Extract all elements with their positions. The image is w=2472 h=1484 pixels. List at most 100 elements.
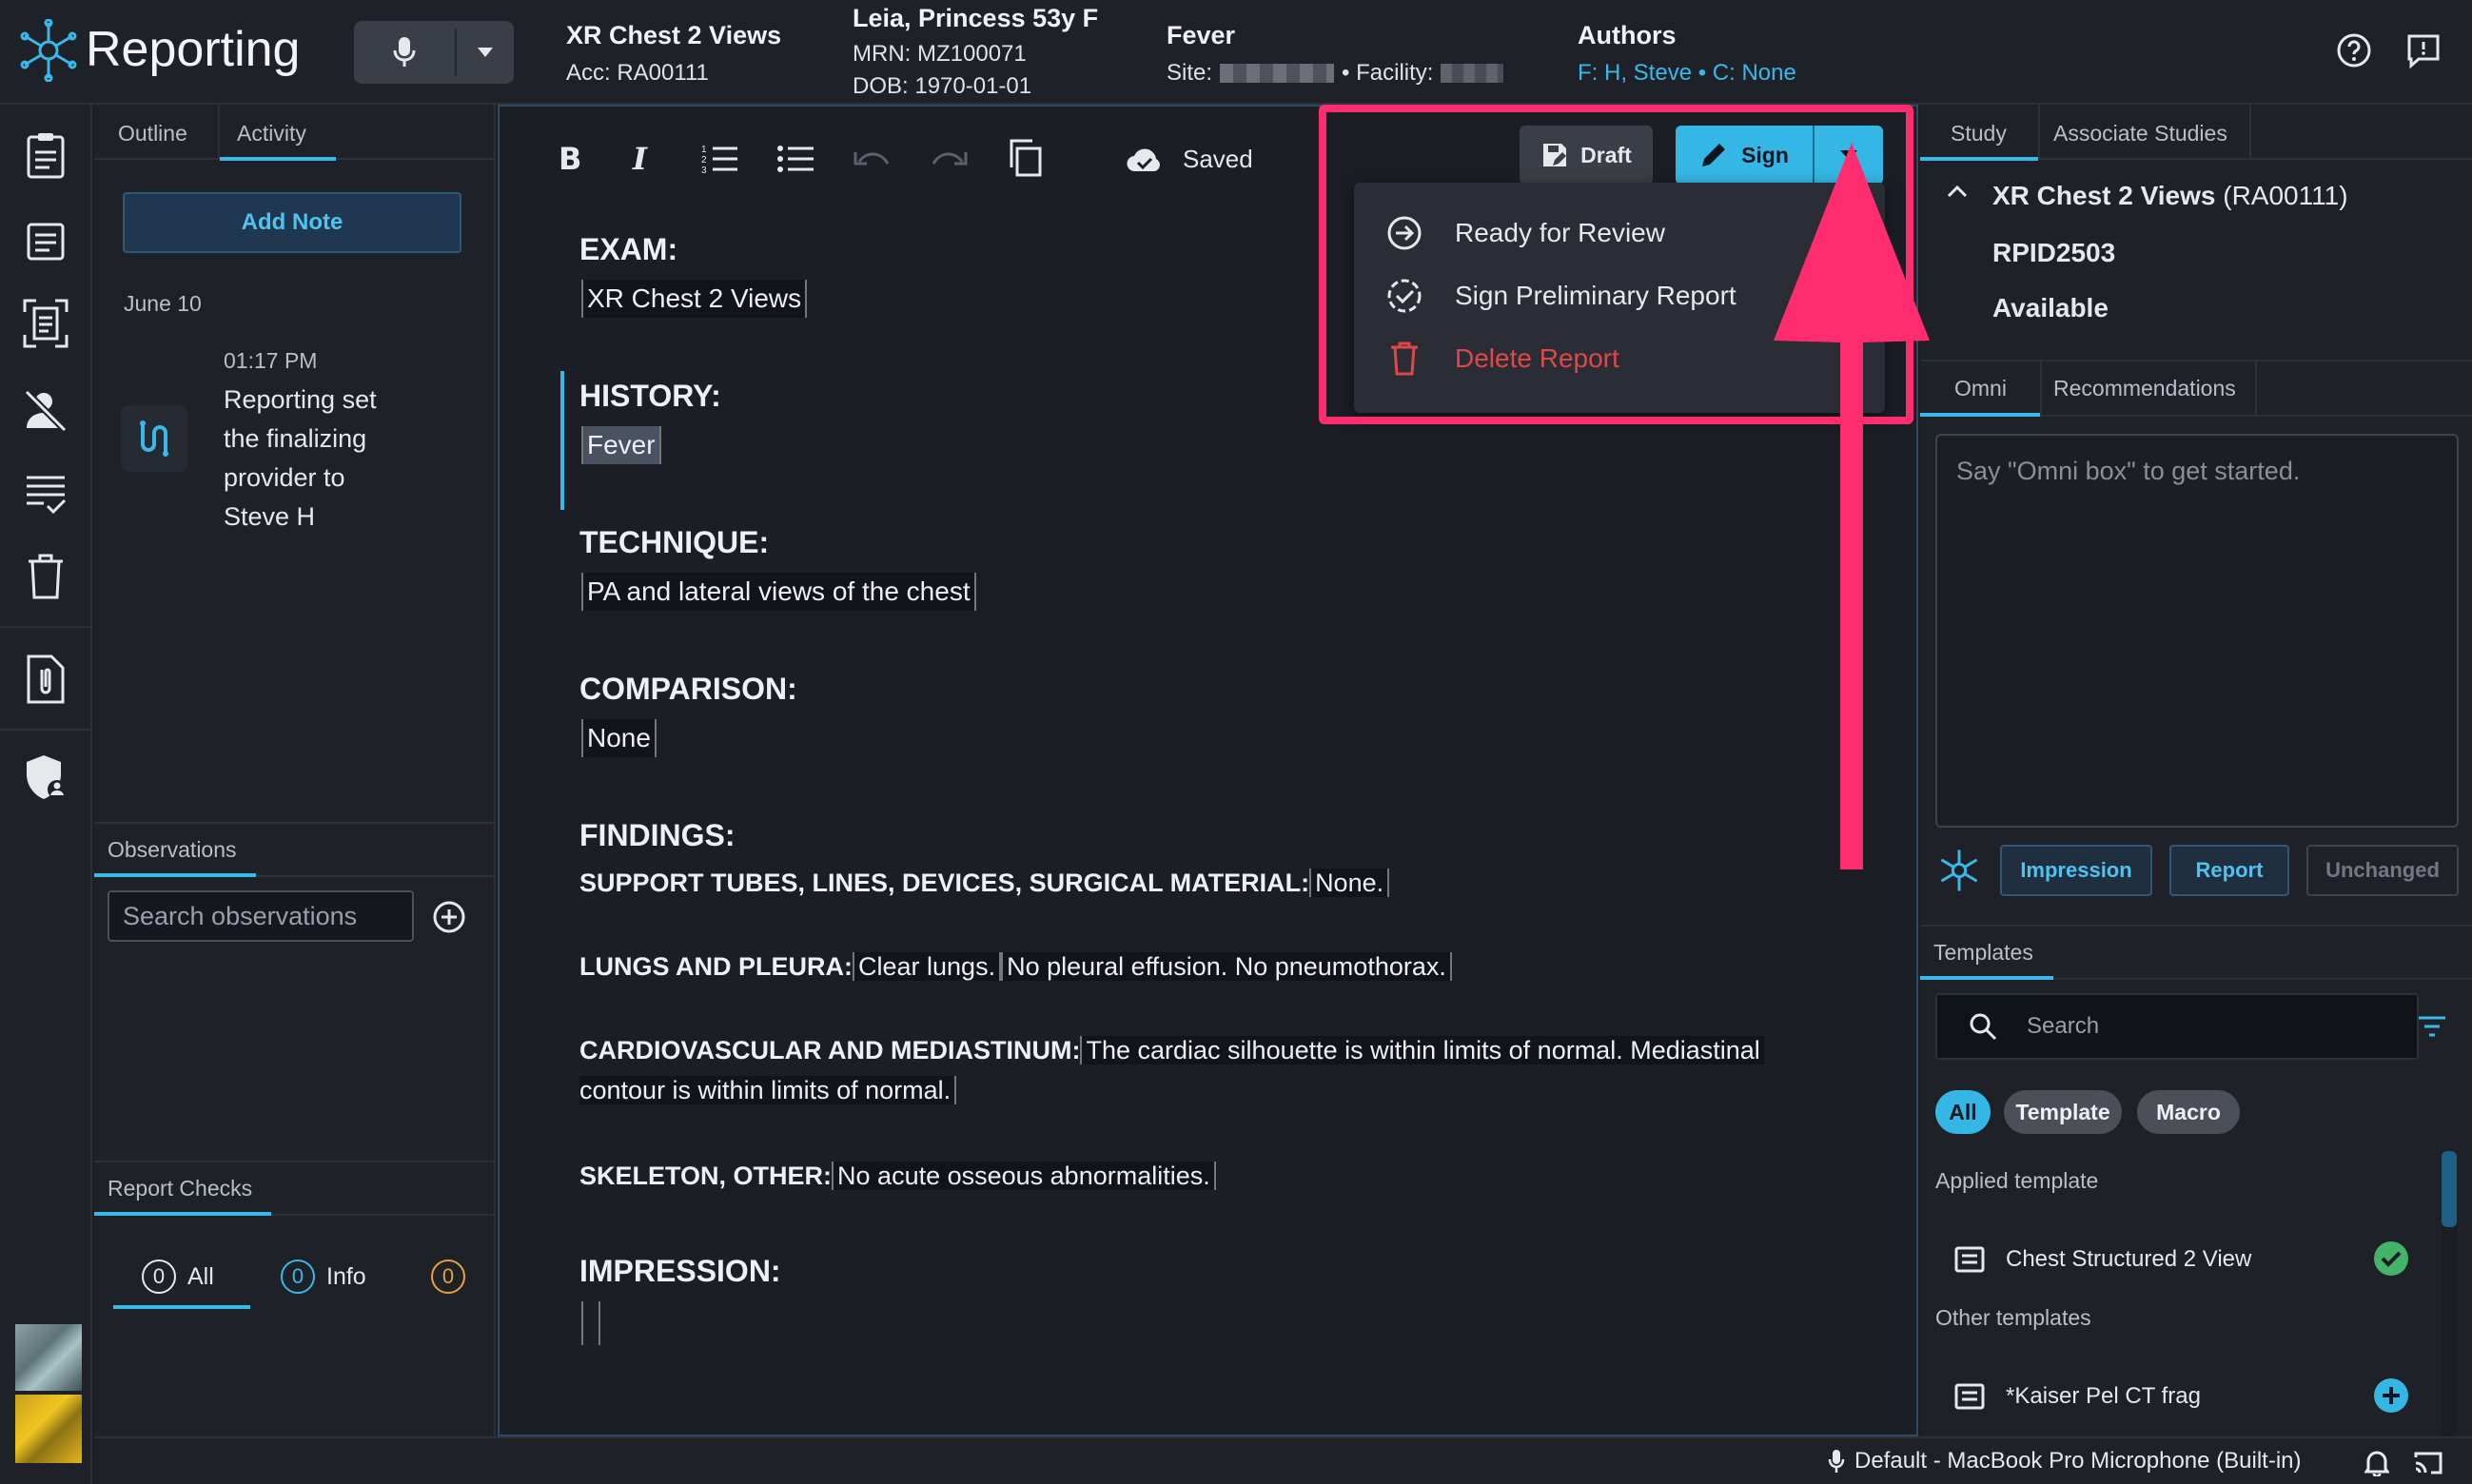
bold-button[interactable]: B (559, 141, 581, 177)
sign-button[interactable]: Sign (1676, 126, 1813, 185)
checks-all-filter[interactable]: 0 All (142, 1259, 214, 1294)
omni-logo-icon (1937, 847, 1981, 894)
patient-name: Leia, Princess 53y F (853, 4, 1099, 32)
reason-for-exam: Fever (1167, 21, 1236, 49)
microphone-button[interactable] (354, 21, 455, 84)
bullet-list-icon[interactable] (777, 145, 814, 173)
reason-info: Fever Site: • Facility: (1167, 21, 1504, 87)
activity-entry: Reporting set the finalizing provider to… (224, 381, 377, 537)
add-template-icon[interactable] (2373, 1377, 2409, 1414)
menu-item-sign-preliminary[interactable]: Sign Preliminary Report (1354, 264, 1885, 327)
history-field[interactable]: Fever (581, 426, 661, 464)
tab-associate-studies[interactable]: Associate Studies (2053, 121, 2227, 146)
attachment-icon[interactable] (25, 654, 67, 704)
applied-template-label: Applied template (1935, 1168, 2099, 1193)
filter-icon[interactable] (2417, 1014, 2447, 1039)
other-templates-label: Other templates (1935, 1305, 2091, 1330)
filter-all-chip[interactable]: All (1935, 1090, 1991, 1134)
menu-item-ready-for-review[interactable]: Ready for Review (1354, 202, 1885, 264)
check-circle-icon (2373, 1240, 2409, 1277)
support-field[interactable]: None. (1309, 869, 1390, 897)
numbered-list-icon[interactable]: 123 (701, 143, 737, 173)
undo-icon[interactable] (853, 146, 892, 169)
template-search-input[interactable]: Search (1935, 993, 2419, 1060)
menu-item-delete-report[interactable]: Delete Report (1354, 327, 1885, 390)
impression-button[interactable]: Impression (2000, 845, 2152, 896)
report-button[interactable]: Report (2169, 845, 2289, 896)
comparison-field[interactable]: None (581, 719, 657, 757)
svg-text:3: 3 (701, 166, 707, 173)
chevron-down-icon (1840, 150, 1857, 160)
history-heading: HISTORY: (579, 379, 721, 413)
other-template-name: *Kaiser Pel CT frag (2006, 1383, 2201, 1409)
dashed-check-circle-icon (1387, 279, 1422, 313)
sign-dropdown-button[interactable] (1815, 126, 1883, 185)
remove-user-icon[interactable] (23, 388, 69, 434)
copy-icon[interactable] (1008, 139, 1042, 177)
authors-label: Authors (1578, 21, 1677, 49)
dictation-dropdown-button[interactable] (457, 21, 514, 84)
omni-box-input[interactable]: Say "Omni box" to get started. (1935, 434, 2459, 828)
impression-field[interactable] (581, 1301, 600, 1345)
technique-field[interactable]: PA and lateral views of the chest (581, 573, 976, 611)
tab-omni[interactable]: Omni (1954, 376, 2007, 401)
observations-search-input[interactable]: Search observations (108, 890, 414, 942)
feedback-icon[interactable] (2405, 32, 2442, 68)
tab-outline[interactable]: Outline (118, 121, 187, 146)
bell-icon[interactable] (2364, 1450, 2389, 1476)
saved-status: Saved (1183, 145, 1253, 173)
microphone-icon (393, 37, 416, 67)
tab-observations[interactable]: Observations (108, 837, 237, 863)
tab-activity[interactable]: Activity (237, 121, 306, 146)
ready-label: Ready for Review (1455, 218, 1665, 247)
delete-label: Delete Report (1455, 343, 1619, 373)
tab-study[interactable]: Study (1951, 121, 2007, 146)
filter-template-chip[interactable]: Template (2004, 1090, 2122, 1134)
study-title: XR Chest 2 Views (566, 21, 782, 49)
filter-macro-chip[interactable]: Macro (2137, 1090, 2240, 1134)
add-note-button[interactable]: Add Note (123, 192, 461, 253)
workflow-icon (121, 405, 187, 472)
skeleton-field[interactable]: No acute osseous abnormalities. (832, 1162, 1216, 1190)
dictation-control (354, 21, 514, 84)
clipboard-icon[interactable] (25, 131, 67, 179)
sign-button-group: Sign (1676, 126, 1883, 185)
activity-line: provider to (224, 463, 345, 492)
support-finding: SUPPORT TUBES, LINES, DEVICES, SURGICAL … (579, 864, 1390, 902)
scan-document-icon[interactable] (23, 299, 69, 348)
lungs-field-2[interactable]: No pleural effusion. No pneumothorax. (1001, 952, 1452, 981)
checks-warning-filter[interactable]: 0 (431, 1259, 465, 1294)
templates-scrollbar[interactable] (2442, 1151, 2457, 1436)
cardio-field-1[interactable]: The cardiac silhouette is within limits … (1080, 1036, 1764, 1064)
arrow-circle-icon (1387, 216, 1422, 250)
chevron-up-icon[interactable] (1947, 185, 1968, 198)
add-observation-icon[interactable] (432, 900, 466, 934)
facility-redacted (1441, 64, 1504, 83)
tab-recommendations[interactable]: Recommendations (2053, 376, 2236, 401)
tab-templates[interactable]: Templates (1933, 940, 2033, 966)
skeleton-label: SKELETON, OTHER: (579, 1162, 833, 1190)
report-list-icon[interactable] (25, 221, 67, 263)
cast-icon[interactable] (2414, 1450, 2443, 1476)
avatar[interactable] (15, 1324, 82, 1467)
italic-button[interactable]: I (633, 141, 647, 177)
activity-time: 01:17 PM (224, 348, 318, 373)
help-icon[interactable] (2336, 32, 2372, 68)
tab-report-checks[interactable]: Report Checks (108, 1176, 252, 1201)
draft-button[interactable]: Draft (1520, 126, 1653, 185)
trash-icon[interactable] (27, 554, 65, 599)
checklist-icon[interactable] (25, 472, 67, 516)
authors-value[interactable]: F: H, Steve • C: None (1578, 60, 1796, 87)
shield-user-icon[interactable] (23, 753, 69, 801)
cardio-field-2[interactable]: contour is within limits of normal. (579, 1076, 957, 1104)
microphone-status[interactable]: Default - MacBook Pro Microphone (Built-… (1828, 1448, 2302, 1474)
lungs-field-1[interactable]: Clear lungs. (853, 952, 1002, 981)
unchanged-button[interactable]: Unchanged (2306, 845, 2459, 896)
exam-field[interactable]: XR Chest 2 Views (581, 280, 808, 318)
activity-line: Steve H (224, 502, 316, 531)
redo-icon[interactable] (930, 146, 968, 169)
checks-info-filter[interactable]: 0 Info (281, 1259, 366, 1294)
active-section-marker (560, 371, 564, 510)
cardio-finding: CARDIOVASCULAR AND MEDIASTINUM: The cardi… (579, 1031, 1764, 1069)
authors-info: Authors F: H, Steve • C: None (1578, 21, 1796, 87)
